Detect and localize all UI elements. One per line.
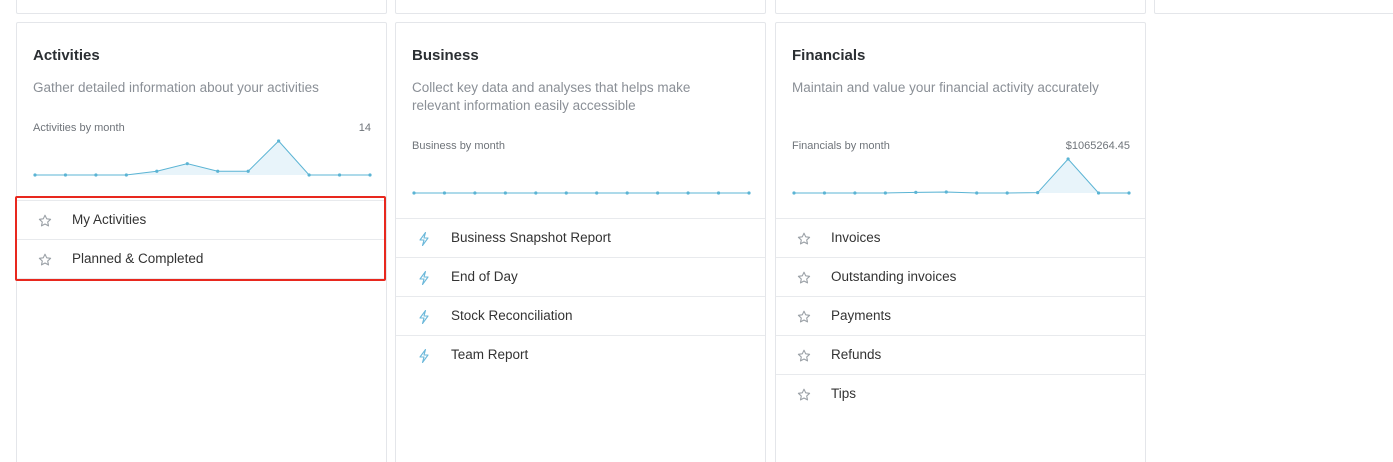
sparkline-point <box>442 191 447 195</box>
card-description: Collect key data and analyses that helps… <box>412 80 691 113</box>
sparkline-label: Activities by month <box>33 122 125 134</box>
business-card: Business Collect key data and analyses t… <box>395 22 766 462</box>
sparkline-point <box>564 191 568 195</box>
card-above-4 <box>1154 0 1393 14</box>
sparkline-point <box>1066 157 1070 161</box>
sparkline-label: Business by month <box>412 140 505 152</box>
list-item-my-activities[interactable]: My Activities <box>17 201 386 240</box>
sparkline-point <box>975 191 979 195</box>
list-item-team-report[interactable]: Team Report <box>396 336 765 375</box>
list-item-refunds[interactable]: Refunds <box>776 336 1145 375</box>
list-item-tips[interactable]: Tips <box>776 375 1145 414</box>
lightning-icon <box>419 231 429 247</box>
sparkline-point <box>503 191 507 195</box>
list-item-label: End of Day <box>451 269 518 284</box>
list-item-label: My Activities <box>72 212 147 227</box>
sparkline-point <box>246 169 250 173</box>
list-item-label: Payments <box>831 308 892 323</box>
sparkline-point <box>914 190 918 194</box>
star-icon[interactable] <box>37 252 53 268</box>
sparkline-point <box>277 139 281 143</box>
sparkline-point <box>155 169 159 173</box>
sparkline-point <box>63 173 68 177</box>
list-item-payments[interactable]: Payments <box>776 297 1145 336</box>
star-icon[interactable] <box>796 387 812 403</box>
star-icon[interactable] <box>796 309 812 325</box>
sparkline-point <box>656 191 660 195</box>
list-item-label: Tips <box>831 386 857 401</box>
card-title: Financials <box>792 47 866 64</box>
sparkline-point <box>747 191 751 195</box>
lightning-icon <box>419 309 429 325</box>
sparkline-point <box>1005 191 1009 195</box>
list-item-label: Stock Reconciliation <box>451 308 573 323</box>
star-icon[interactable] <box>796 348 812 364</box>
activities-card: Activities Gather detailed information a… <box>16 22 387 462</box>
list-item-label: Invoices <box>831 230 881 245</box>
sparkline-point <box>534 191 538 195</box>
financials-list: Invoices Outstanding invoices Payments R… <box>776 218 1145 414</box>
sparkline-point <box>368 173 372 177</box>
list-item-planned-completed[interactable]: Planned & Completed <box>17 240 386 279</box>
sparkline-point <box>1036 191 1040 195</box>
sparkline-point <box>792 191 796 195</box>
list-item-label: Outstanding invoices <box>831 269 957 284</box>
list-item-invoices[interactable]: Invoices <box>776 219 1145 258</box>
list-item-label: Team Report <box>451 347 529 362</box>
sparkline-label: Financials by month <box>792 140 890 152</box>
star-icon[interactable] <box>37 213 53 229</box>
card-above-1 <box>16 0 387 14</box>
lightning-icon <box>419 348 429 364</box>
list-item-business-snapshot[interactable]: Business Snapshot Report <box>396 219 765 258</box>
sparkline-point <box>625 191 629 195</box>
sparkline-point <box>473 191 477 195</box>
sparkline-value: $1065264.45 <box>1065 140 1130 152</box>
sparkline-area <box>794 159 1129 193</box>
card-title: Activities <box>33 47 100 64</box>
sparkline-point <box>716 191 721 195</box>
business-list: Business Snapshot Report End of Day Stoc… <box>396 218 765 375</box>
sparkline-point <box>307 173 311 177</box>
sparkline-point <box>337 173 342 177</box>
sparkline-point <box>944 190 948 194</box>
list-item-label: Business Snapshot Report <box>451 230 611 245</box>
sparkline-point <box>883 191 887 195</box>
list-item-label: Refunds <box>831 347 882 362</box>
sparkline-point <box>686 191 690 195</box>
activities-list: My Activities Planned & Completed <box>17 200 386 279</box>
sparkline-point <box>33 173 37 177</box>
card-above-3 <box>775 0 1146 14</box>
sparkline-point <box>185 162 189 166</box>
financials-card: Financials Maintain and value your finan… <box>775 22 1146 462</box>
sparkline-point <box>412 191 416 195</box>
sparkline-point <box>1127 191 1131 195</box>
sparkline-point <box>822 191 827 195</box>
business-sparkline <box>412 191 751 195</box>
list-item-end-of-day[interactable]: End of Day <box>396 258 765 297</box>
sparkline-area <box>35 141 370 175</box>
sparkline-point <box>1096 191 1101 195</box>
sparkline-point <box>124 173 128 177</box>
sparkline-point <box>853 191 857 195</box>
card-above-2 <box>395 0 766 14</box>
financials-sparkline <box>792 157 1131 195</box>
lightning-icon <box>419 270 429 286</box>
star-icon[interactable] <box>796 231 812 247</box>
list-item-outstanding-invoices[interactable]: Outstanding invoices <box>776 258 1145 297</box>
sparkline-point <box>94 173 98 177</box>
sparkline-point <box>216 169 220 173</box>
sparkline-point <box>595 191 599 195</box>
card-description: Maintain and value your financial activi… <box>792 80 1099 95</box>
sparkline-value: 14 <box>358 122 371 134</box>
list-item-stock-reconciliation[interactable]: Stock Reconciliation <box>396 297 765 336</box>
star-icon[interactable] <box>796 270 812 286</box>
list-item-label: Planned & Completed <box>72 251 204 266</box>
card-description: Gather detailed information about your a… <box>33 80 319 95</box>
card-title: Business <box>412 47 479 64</box>
activities-sparkline <box>33 139 372 177</box>
